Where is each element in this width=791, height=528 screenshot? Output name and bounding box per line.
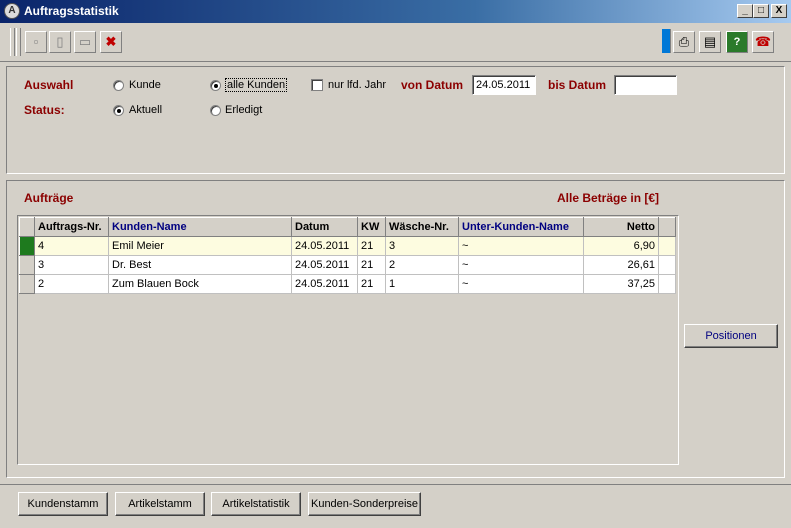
orders-table: Auftrags-Nr. Kunden-Name Datum KW Wäsche… — [19, 217, 676, 294]
cell-kunden-name[interactable]: Zum Blauen Bock — [108, 274, 292, 294]
auswahl-label: Auswahl — [24, 78, 74, 92]
alle-kunden-radio-label[interactable]: alle Kunden — [225, 78, 288, 92]
toolbar-grip — [10, 28, 15, 56]
document-icon[interactable]: ▫ — [25, 31, 47, 53]
cell-unter-kunden-name[interactable]: ~ — [458, 274, 584, 294]
row-indicator[interactable] — [19, 274, 35, 294]
cell-datum[interactable]: 24.05.2011 — [291, 274, 358, 294]
new-document-icon[interactable]: ▭ — [74, 31, 96, 53]
maximize-button[interactable]: □ — [753, 4, 769, 18]
col-header-datum[interactable]: Datum — [291, 217, 358, 237]
artikelstamm-button[interactable]: Artikelstamm — [115, 492, 205, 516]
cell-auftrags-nr[interactable]: 2 — [34, 274, 109, 294]
bis-datum-label: bis Datum — [548, 78, 607, 92]
cell-filler — [658, 255, 676, 275]
table-header-row: Auftrags-Nr. Kunden-Name Datum KW Wäsche… — [19, 217, 676, 237]
cell-unter-kunden-name[interactable]: ~ — [458, 236, 584, 256]
window-title: Auftragsstatistik — [24, 4, 119, 18]
cell-netto[interactable]: 37,25 — [583, 274, 659, 294]
cell-kunden-name[interactable]: Emil Meier — [108, 236, 292, 256]
cell-datum[interactable]: 24.05.2011 — [291, 236, 358, 256]
kunden-sonderpreise-button[interactable]: Kunden-Sonderpreise — [308, 492, 421, 516]
cell-netto[interactable]: 6,90 — [583, 236, 659, 256]
col-header-kunden-name[interactable]: Kunden-Name — [108, 217, 292, 237]
toolbar-grip — [16, 28, 21, 56]
aktuell-radio-label[interactable]: Aktuell — [129, 104, 162, 116]
kunde-radio-label[interactable]: Kunde — [129, 79, 161, 91]
col-header-unter-kunden-name[interactable]: Unter-Kunden-Name — [458, 217, 584, 237]
aktuell-radio[interactable] — [113, 105, 124, 116]
orders-title: Aufträge — [24, 191, 74, 205]
filler-header — [658, 217, 676, 237]
cell-filler — [658, 236, 676, 256]
title-bar[interactable]: A Auftragsstatistik _ □ X — [0, 0, 791, 23]
cell-kw[interactable]: 21 — [357, 274, 386, 294]
cell-unter-kunden-name[interactable]: ~ — [458, 255, 584, 275]
positionen-button[interactable]: Positionen — [684, 324, 778, 348]
cell-waesche-nr[interactable]: 3 — [385, 236, 459, 256]
bis-datum-input[interactable] — [614, 75, 677, 95]
erledigt-radio[interactable] — [210, 105, 221, 116]
table-row[interactable]: 3 Dr. Best 24.05.2011 21 2 ~ 26,61 — [19, 255, 676, 275]
currency-note: Alle Beträge in [€] — [557, 191, 660, 205]
von-datum-input[interactable]: 24.05.2011 — [472, 75, 536, 95]
artikelstatistik-button[interactable]: Artikelstatistik — [211, 492, 301, 516]
print-icon[interactable]: ⎙ — [673, 31, 695, 53]
col-header-waesche-nr[interactable]: Wäsche-Nr. — [385, 217, 459, 237]
alle-kunden-radio[interactable] — [210, 80, 221, 91]
col-header-netto[interactable]: Netto — [583, 217, 659, 237]
col-header-kw[interactable]: KW — [357, 217, 386, 237]
table-row[interactable]: 4 Emil Meier 24.05.2011 21 3 ~ 6,90 — [19, 236, 676, 256]
cell-datum[interactable]: 24.05.2011 — [291, 255, 358, 275]
row-indicator-header — [19, 217, 35, 237]
orders-grid[interactable]: Auftrags-Nr. Kunden-Name Datum KW Wäsche… — [17, 215, 679, 465]
delete-icon[interactable]: ✖ — [100, 31, 122, 53]
kundenstamm-button[interactable]: Kundenstamm — [18, 492, 108, 516]
von-datum-label: von Datum — [401, 78, 464, 92]
table-row[interactable]: 2 Zum Blauen Bock 24.05.2011 21 1 ~ 37,2… — [19, 274, 676, 294]
app-icon: A — [4, 3, 20, 19]
print-preview-icon[interactable]: ▤ — [699, 31, 721, 53]
close-button[interactable]: X — [771, 4, 787, 18]
cell-netto[interactable]: 26,61 — [583, 255, 659, 275]
cell-auftrags-nr[interactable]: 4 — [34, 236, 109, 256]
cell-auftrags-nr[interactable]: 3 — [34, 255, 109, 275]
erledigt-radio-label[interactable]: Erledigt — [225, 104, 262, 116]
nur-lfd-jahr-label[interactable]: nur lfd. Jahr — [328, 79, 386, 91]
row-indicator[interactable] — [19, 255, 35, 275]
toolbar-separator — [662, 29, 671, 53]
phone-icon[interactable]: ☎ — [752, 31, 774, 53]
help-icon[interactable]: ? — [726, 31, 748, 53]
row-indicator[interactable] — [19, 236, 35, 256]
cell-waesche-nr[interactable]: 2 — [385, 255, 459, 275]
cell-kw[interactable]: 21 — [357, 236, 386, 256]
kunde-radio[interactable] — [113, 80, 124, 91]
col-header-auftrags-nr[interactable]: Auftrags-Nr. — [34, 217, 109, 237]
cell-kw[interactable]: 21 — [357, 255, 386, 275]
cell-filler — [658, 274, 676, 294]
status-label: Status: — [24, 103, 65, 117]
nur-lfd-jahr-checkbox[interactable] — [311, 79, 323, 91]
cell-kunden-name[interactable]: Dr. Best — [108, 255, 292, 275]
copy-icon[interactable]: ▯ — [49, 31, 71, 53]
cell-waesche-nr[interactable]: 1 — [385, 274, 459, 294]
minimize-button[interactable]: _ — [737, 4, 753, 18]
